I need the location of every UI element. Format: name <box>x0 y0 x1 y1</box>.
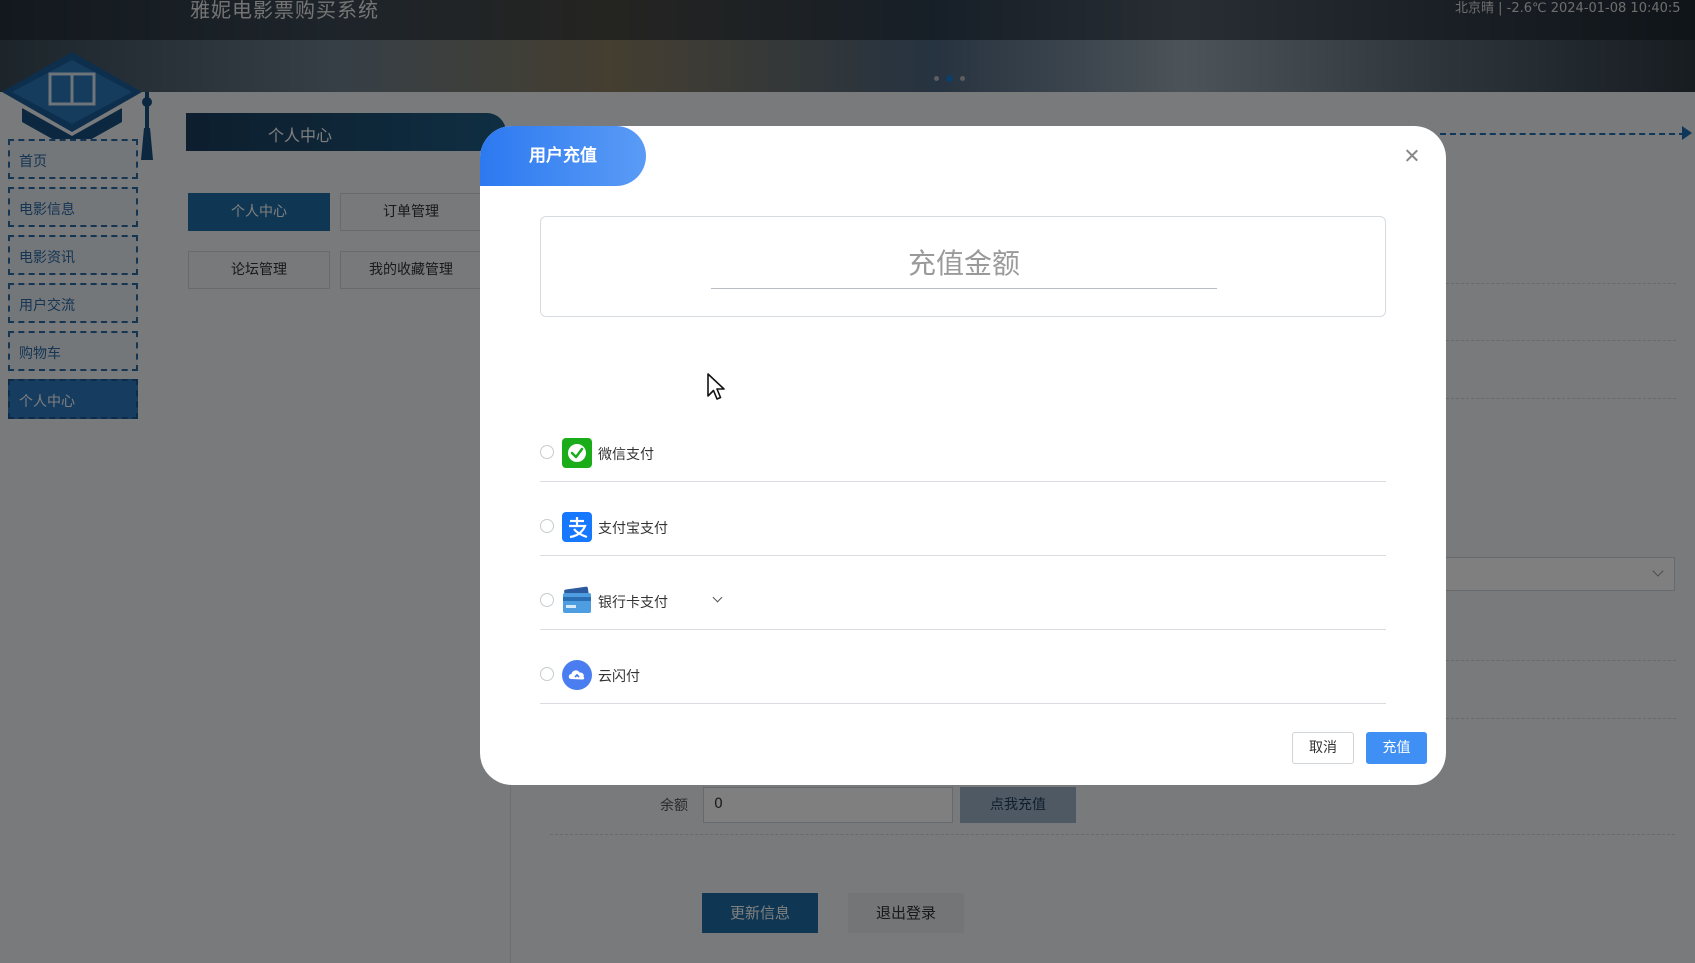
unionpay-cloud-icon <box>562 660 592 690</box>
alipay-icon <box>562 512 592 542</box>
payment-label-wechat: 微信支付 <box>598 447 654 463</box>
radio-alipay[interactable] <box>540 519 554 533</box>
payment-option-bank-card[interactable]: 银行卡支付 <box>540 556 1386 630</box>
payment-option-unionpay[interactable]: 云闪付 <box>540 630 1386 704</box>
payment-option-alipay[interactable]: 支付宝支付 <box>540 482 1386 556</box>
wechat-pay-icon <box>562 438 592 468</box>
payment-label-unionpay: 云闪付 <box>598 669 640 685</box>
recharge-submit-button[interactable]: 充值 <box>1366 732 1427 764</box>
payment-label-bank-card: 银行卡支付 <box>598 595 668 611</box>
radio-bank-card[interactable] <box>540 593 554 607</box>
bank-card-icon <box>563 586 591 613</box>
radio-wechat[interactable] <box>540 445 554 459</box>
radio-unionpay[interactable] <box>540 667 554 681</box>
close-icon[interactable] <box>1402 146 1422 166</box>
mouse-cursor-icon <box>707 373 725 400</box>
payment-label-alipay: 支付宝支付 <box>598 521 668 537</box>
amount-input[interactable] <box>711 239 1217 289</box>
cancel-button[interactable]: 取消 <box>1292 732 1354 764</box>
payment-option-wechat[interactable]: 微信支付 <box>540 408 1386 482</box>
amount-box <box>540 216 1386 317</box>
recharge-dialog: 用户充值 微信支付 支付宝支付 银 <box>480 126 1446 785</box>
chevron-down-icon[interactable] <box>712 592 723 603</box>
dialog-title: 用户充值 <box>480 126 646 186</box>
